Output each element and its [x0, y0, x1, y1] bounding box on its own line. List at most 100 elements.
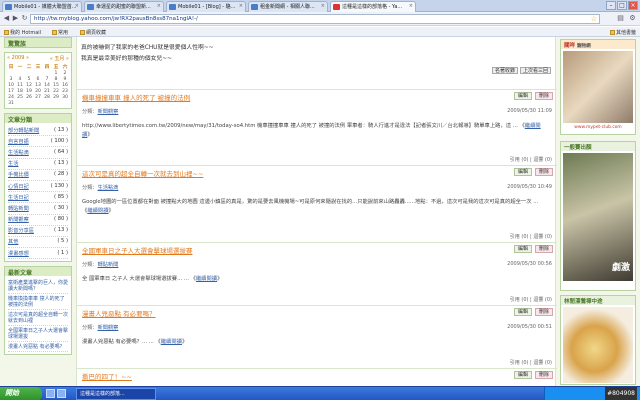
ie-icon[interactable]: [46, 389, 55, 398]
category-link[interactable]: 部分轉貼新聞: [8, 127, 39, 134]
category-link[interactable]: 心情日記: [8, 183, 29, 190]
close-tab-icon[interactable]: ×: [75, 3, 79, 9]
calendar-day[interactable]: 12: [25, 83, 33, 88]
calendar-day[interactable]: 3: [7, 77, 15, 82]
browser-tab-5[interactable]: 這種是這樣的部落格 - Ya... ×: [330, 1, 416, 12]
recent-article-link[interactable]: 機車換換車車 撞人的死了 被撞的法例: [8, 294, 68, 311]
cat-ad[interactable]: 林閒漂鶯禪中途: [560, 295, 636, 385]
edit-button[interactable]: 編輯: [513, 371, 532, 379]
edit-button[interactable]: 編輯: [513, 308, 532, 316]
back-icon[interactable]: ◀: [2, 14, 11, 23]
calendar-day[interactable]: 9: [61, 77, 69, 82]
category-link[interactable]: 手機比價: [8, 171, 29, 178]
calendar-day[interactable]: 11: [16, 83, 24, 88]
edit-button[interactable]: 編輯: [513, 245, 532, 253]
calendar-day[interactable]: 15: [52, 83, 60, 88]
calendar-day[interactable]: 18: [16, 89, 24, 94]
category-link[interactable]: 漫畫感想: [8, 250, 29, 257]
calendar-month[interactable]: « 五月 »: [50, 55, 69, 62]
reload-icon[interactable]: ↻: [20, 14, 29, 23]
wrench-icon[interactable]: ⚙: [628, 14, 637, 23]
edit-button[interactable]: 編輯: [513, 168, 532, 176]
post-category-link[interactable]: 新聞觀察: [98, 325, 119, 331]
browser-tab-4[interactable]: 租金新聞網 - 相關人聯... ×: [248, 1, 328, 12]
read-more-link[interactable]: 繼續閱讀: [87, 208, 108, 214]
calendar-day[interactable]: 17: [7, 89, 15, 94]
recent-article-link[interactable]: 漫畫人兇惡點 有必要嗎？: [8, 342, 68, 353]
calendar-day[interactable]: 20: [34, 89, 42, 94]
category-link[interactable]: 生活點滴: [8, 149, 29, 156]
category-link[interactable]: 生活: [8, 160, 18, 167]
calendar-day[interactable]: 24: [7, 95, 15, 100]
calendar-day[interactable]: 14: [43, 83, 51, 88]
calendar-day[interactable]: 21: [43, 89, 51, 94]
calendar-day[interactable]: 29: [52, 95, 60, 100]
other-bookmarks[interactable]: 其他書籤: [609, 29, 636, 36]
post-title-link[interactable]: 漫畫人兇惡點 有必要嗎？: [82, 308, 156, 318]
close-tab-icon[interactable]: ×: [321, 3, 325, 9]
calendar-year[interactable]: « 2009 »: [7, 55, 29, 62]
bookmark-star-icon[interactable]: ☆: [591, 15, 597, 23]
page-menu-icon[interactable]: ▤: [616, 14, 625, 23]
calendar-day[interactable]: 6: [34, 77, 42, 82]
close-tab-icon[interactable]: ×: [239, 3, 243, 9]
taskbar-window[interactable]: 這種是這樣的部落...: [76, 388, 156, 400]
minimize-icon[interactable]: –: [606, 1, 616, 10]
bookmark-item[interactable]: 網頁收藏: [80, 29, 106, 36]
close-window-icon[interactable]: ×: [628, 1, 638, 10]
calendar-day[interactable]: 26: [25, 95, 33, 100]
category-link[interactable]: 自言自語: [8, 138, 29, 145]
calendar-day[interactable]: 13: [34, 83, 42, 88]
post-category-link[interactable]: 生活點滴: [98, 185, 119, 191]
browser-tab-1[interactable]: Mobile01 - 媒體大聯盟首... ×: [2, 1, 82, 12]
bike-ad[interactable]: 一般賽出顏 劇激: [560, 141, 636, 291]
post-title-link[interactable]: 全國軍車日之子人大選會擊球場選拔賽: [82, 245, 193, 255]
calendar-day[interactable]: 1: [52, 71, 60, 76]
post-title-link[interactable]: 這次可是真的超全自轉一次就去到山裡~~: [82, 168, 203, 178]
bookmark-item[interactable]: 我的 Hotmail: [4, 29, 41, 36]
edit-button[interactable]: 編輯: [513, 92, 532, 100]
delete-button[interactable]: 刪除: [534, 92, 553, 100]
calendar-day[interactable]: 23: [61, 89, 69, 94]
desktop-icon[interactable]: [57, 389, 66, 398]
delete-button[interactable]: 刪除: [534, 168, 553, 176]
post-title-link[interactable]: 撕巴的四了！~~: [82, 371, 132, 381]
category-link[interactable]: 生活日記: [8, 194, 29, 201]
close-tab-icon[interactable]: ×: [409, 3, 413, 9]
recent-article-link[interactable]: 全國軍車日之子人大選會擊球場選拔: [8, 326, 68, 343]
calendar-day[interactable]: 7: [43, 77, 51, 82]
category-link[interactable]: 轉貼新聞: [8, 205, 29, 212]
recent-view-button[interactable]: 上次看三回: [519, 67, 551, 74]
read-more-link[interactable]: 繼續閱讀: [161, 339, 182, 345]
collect-button[interactable]: 名著收錄: [491, 67, 518, 74]
close-tab-icon[interactable]: ×: [157, 3, 161, 9]
calendar-day[interactable]: 22: [52, 89, 60, 94]
calendar-day[interactable]: 4: [16, 77, 24, 82]
calendar-day[interactable]: 25: [16, 95, 24, 100]
delete-button[interactable]: 刪除: [534, 245, 553, 253]
calendar-day[interactable]: 2: [61, 71, 69, 76]
maximize-icon[interactable]: □: [617, 1, 627, 10]
post-title-link[interactable]: 機車撞撞車車 撞人的死了 被撞的法例: [82, 92, 190, 102]
read-more-link[interactable]: 繼續閱讀: [196, 276, 217, 282]
bookmark-item[interactable]: 常用: [52, 29, 68, 36]
post-category-link[interactable]: 轉貼新聞: [98, 262, 119, 268]
calendar-day[interactable]: 30: [61, 95, 69, 100]
calendar-day[interactable]: 5: [25, 77, 33, 82]
forward-icon[interactable]: ▶: [11, 14, 20, 23]
calendar-day[interactable]: 28: [43, 95, 51, 100]
calendar-day[interactable]: 31: [7, 101, 15, 106]
post-category-link[interactable]: 新聞觀察: [98, 109, 119, 115]
pet-ad[interactable]: 關咩 寵物網 www.mypet-club.com: [560, 39, 636, 135]
category-link[interactable]: 影音分享區: [8, 227, 34, 234]
calendar-day[interactable]: 10: [7, 83, 15, 88]
recent-article-link[interactable]: 這次可是真的超全自轉一次就去到山裡: [8, 310, 68, 327]
calendar-day[interactable]: 16: [61, 83, 69, 88]
delete-button[interactable]: 刪除: [534, 371, 553, 379]
calendar-day[interactable]: 19: [25, 89, 33, 94]
category-link[interactable]: 新聞觀察: [8, 216, 29, 223]
calendar-day[interactable]: 27: [34, 95, 42, 100]
calendar-day[interactable]: 8: [52, 77, 60, 82]
browser-tab-2[interactable]: 幸運星的甜蜜的聯盟新... ×: [84, 1, 164, 12]
address-bar[interactable]: http://tw.myblog.yahoo.com/jw!RX2pausBn8…: [30, 14, 600, 24]
